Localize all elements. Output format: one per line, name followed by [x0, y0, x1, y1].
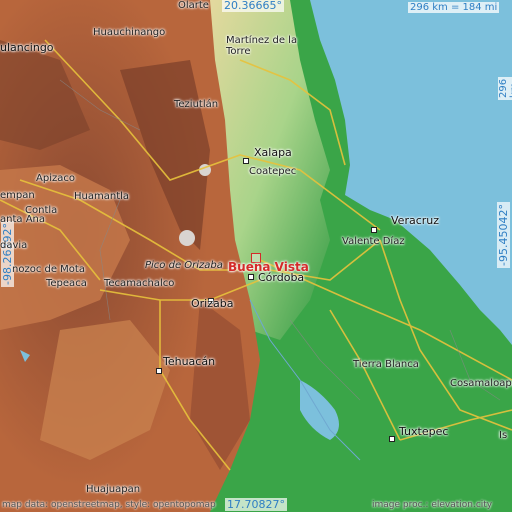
place-nozoc: nozoc de Mota — [12, 264, 85, 275]
place-davia: davia — [0, 240, 28, 251]
credit-image: image proc.: elevation.city — [372, 500, 493, 510]
place-veracruz: Veracruz — [391, 214, 440, 227]
xalapa-dot — [243, 158, 249, 164]
place-teziutlan: Teziutlán — [174, 99, 219, 110]
coord-left: -98.26292° — [1, 221, 14, 287]
place-cosamaloapa: Cosamaloapa — [450, 378, 512, 389]
place-olarte: Olarte — [178, 0, 209, 11]
place-xalapa: Xalapa — [254, 146, 292, 159]
place-isla: Is — [499, 430, 508, 441]
place-antaana: anta Ana — [0, 214, 45, 225]
coord-top: 20.36665° — [222, 0, 284, 12]
place-coatepec: Coatepec — [249, 166, 297, 177]
credit-map: map data: openstreetmap, style: opentopo… — [2, 500, 216, 510]
place-tierrablanca: Tierra Blanca — [353, 359, 419, 370]
place-tlancingo: ulancingo — [0, 41, 54, 54]
scale-horizontal: 296 km = 184 mi — [408, 2, 500, 13]
place-huamantla: Huamantla — [74, 191, 130, 202]
tuxtepec-dot — [389, 436, 395, 442]
place-martinez: Martínez de la Torre — [226, 35, 298, 57]
place-tecamachalco: Tecamachalco — [104, 278, 175, 289]
scale-vertical: 296 km = 184 mi — [498, 76, 512, 100]
place-orizaba: Orizaba — [191, 297, 234, 310]
place-huauchinango: Huauchinango — [93, 27, 166, 38]
place-tuxtepec: Tuxtepec — [399, 425, 449, 438]
place-empan: empan — [0, 190, 35, 201]
place-tepeaca: Tepeaca — [46, 278, 87, 289]
coord-right: -95.45042° — [497, 202, 510, 268]
place-cordoba: Córdoba — [258, 271, 305, 284]
cordoba-dot — [248, 274, 254, 280]
place-tehuacan: Tehuacán — [163, 355, 216, 368]
veracruz-dot — [371, 227, 377, 233]
elevation-map[interactable]: 20.36665° 17.70827° -98.26292° -95.45042… — [0, 0, 512, 512]
peak-label: Pico de Orizaba — [145, 260, 223, 271]
coord-bottom: 17.70827° — [225, 498, 287, 511]
place-valente: Valente Díaz — [342, 236, 405, 247]
tehuacan-dot — [156, 368, 162, 374]
place-huajuapan: Huajuapan — [86, 484, 141, 495]
place-apizaco: Apizaco — [36, 173, 75, 184]
